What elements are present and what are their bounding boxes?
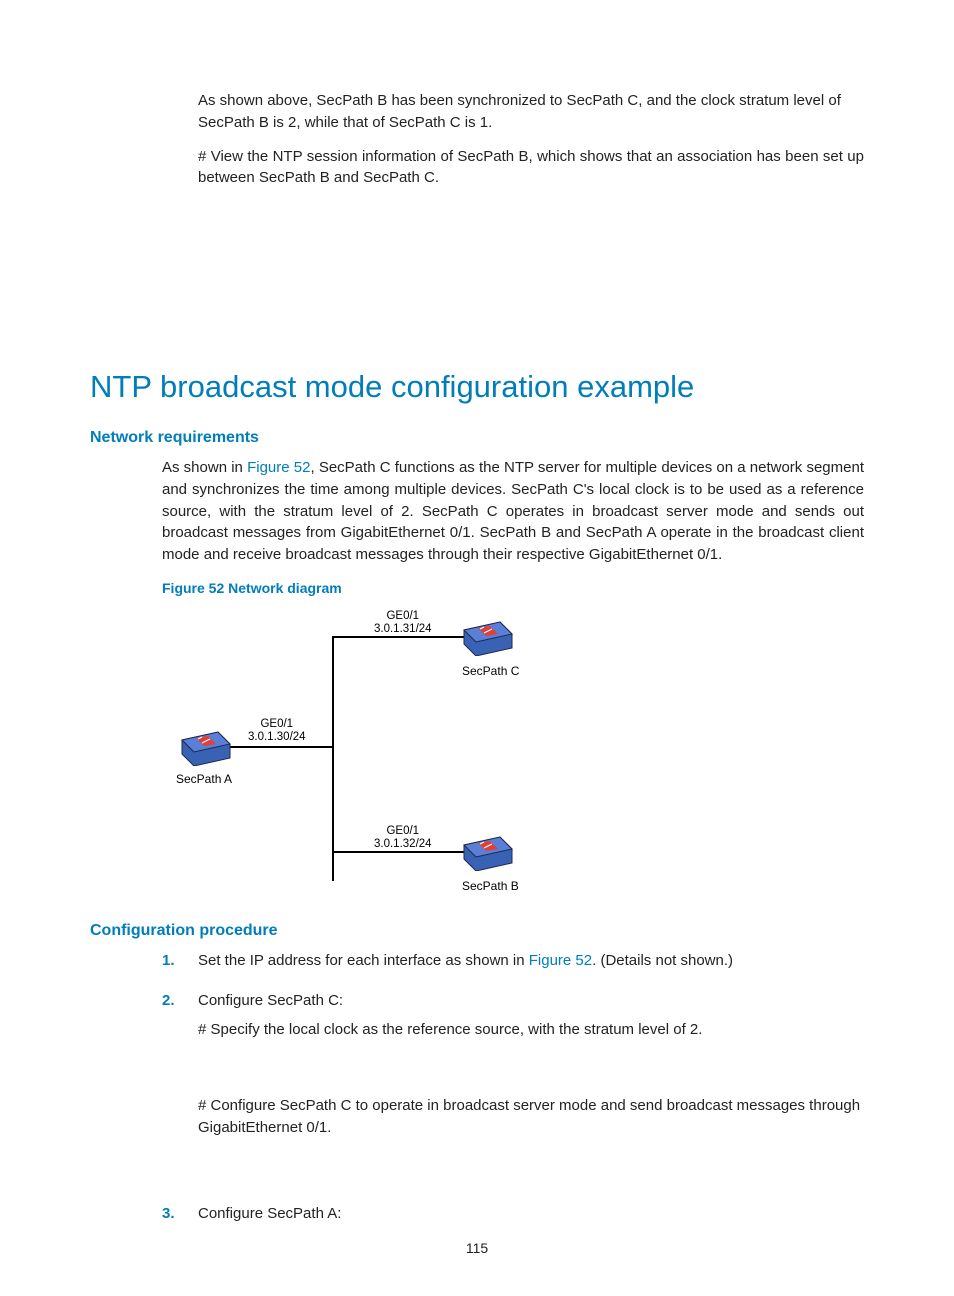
- step1-figure-link[interactable]: Figure 52: [529, 952, 592, 969]
- step-3: Configure SecPath A:: [162, 1203, 864, 1225]
- page: As shown above, SecPath B has been synch…: [0, 0, 954, 1296]
- network-requirements-heading: Network requirements: [90, 429, 864, 447]
- network-diagram: GE0/13.0.1.31/24 SecPath C GE0/13.0.1.30…: [162, 606, 522, 896]
- router-c-icon: [460, 620, 516, 656]
- iface-b: GE0/13.0.1.32/24: [374, 825, 432, 851]
- step2-title: Configure SecPath C:: [198, 992, 343, 1009]
- net-req-pre: As shown in: [162, 459, 247, 476]
- step1-post: . (Details not shown.): [592, 952, 733, 969]
- figure-link[interactable]: Figure 52: [247, 459, 310, 476]
- figure-caption: Figure 52 Network diagram: [90, 580, 864, 596]
- step2-detail-2: # Configure SecPath C to operate in broa…: [198, 1095, 864, 1139]
- intro-paragraph-2: # View the NTP session information of Se…: [90, 146, 864, 190]
- procedure-list: Set the IP address for each interface as…: [90, 950, 864, 1225]
- iface-a: GE0/13.0.1.30/24: [248, 718, 306, 744]
- line-vertical: [332, 636, 334, 881]
- step-2: Configure SecPath C: # Specify the local…: [162, 990, 864, 1185]
- line-middle: [224, 746, 334, 748]
- page-number: 115: [0, 1240, 954, 1256]
- config-procedure-heading: Configuration procedure: [90, 922, 864, 940]
- network-requirements-text: As shown in Figure 52, SecPath C functio…: [90, 457, 864, 566]
- iface-c: GE0/13.0.1.31/24: [374, 610, 432, 636]
- step1-pre: Set the IP address for each interface as…: [198, 952, 529, 969]
- section-heading: NTP broadcast mode configuration example: [90, 369, 864, 405]
- step-1: Set the IP address for each interface as…: [162, 950, 864, 972]
- router-a-icon: [178, 730, 234, 766]
- label-c: SecPath C: [462, 664, 519, 678]
- label-b: SecPath B: [462, 879, 519, 893]
- router-b-icon: [460, 835, 516, 871]
- label-a: SecPath A: [176, 772, 232, 786]
- step2-detail-1: # Specify the local clock as the referen…: [198, 1019, 864, 1041]
- intro-paragraph-1: As shown above, SecPath B has been synch…: [90, 90, 864, 134]
- step3-title: Configure SecPath A:: [198, 1205, 341, 1222]
